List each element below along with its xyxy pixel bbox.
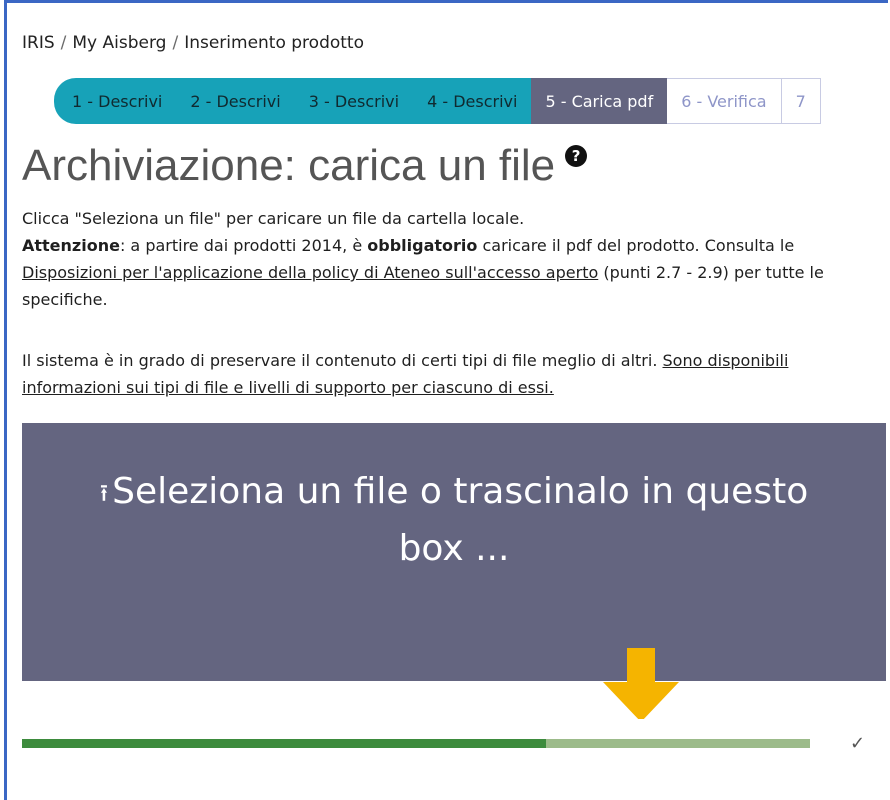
- step-1-descrivi[interactable]: 1 - Descrivi: [54, 78, 177, 124]
- attention-text-1: : a partire dai prodotti 2014, è: [119, 236, 368, 255]
- step-5-carica-pdf[interactable]: 5 - Carica pdf: [531, 78, 668, 124]
- attention-label: Attenzione: [22, 236, 120, 255]
- step-6-verifica[interactable]: 6 - Verifica: [667, 78, 782, 124]
- breadcrumb-item-current: Inserimento prodotto: [184, 33, 364, 53]
- upload-icon: ⭱: [99, 478, 109, 507]
- dropzone-label-wrap: ⭱ Seleziona un file o trascinalo in quest…: [74, 464, 834, 577]
- page-title-text: Archiviazione: carica un file: [22, 141, 556, 190]
- arrow-head: [603, 682, 679, 722]
- breadcrumb-separator: /: [172, 33, 179, 53]
- wizard-stepper: 1 - Descrivi 2 - Descrivi 3 - Descrivi 4…: [54, 78, 821, 124]
- check-icon: ✓: [850, 733, 866, 754]
- mandatory-label: obbligatorio: [367, 236, 478, 255]
- question-circle-icon[interactable]: ?: [565, 145, 588, 167]
- formats-info: Il sistema è in grado di preservare il c…: [22, 347, 878, 401]
- step-7[interactable]: 7: [781, 78, 821, 124]
- breadcrumb-item-my-aisberg[interactable]: My Aisberg: [72, 33, 166, 53]
- breadcrumb-separator: /: [60, 33, 67, 53]
- breadcrumb-item-iris[interactable]: IRIS: [22, 33, 55, 53]
- progress-fill: [22, 739, 547, 748]
- progress-track: [22, 739, 810, 748]
- formats-text: Il sistema è in grado di preservare il c…: [22, 351, 663, 370]
- step-2-descrivi[interactable]: 2 - Descrivi: [176, 78, 295, 124]
- upload-progress: ✓: [22, 719, 886, 769]
- step-4-descrivi[interactable]: 4 - Descrivi: [413, 78, 532, 124]
- page-frame: IRIS / My Aisberg / Inserimento prodotto 1 -…: [4, 0, 888, 800]
- file-dropzone[interactable]: ⭱ Seleziona un file o trascinalo in quest…: [22, 423, 886, 681]
- breadcrumb: IRIS / My Aisberg / Inserimento prodotto: [22, 33, 364, 53]
- arrow-shaft: [627, 648, 655, 684]
- step-3-descrivi[interactable]: 3 - Descrivi: [294, 78, 414, 124]
- annotation-arrow-down-icon: [603, 648, 679, 722]
- page-title: Archiviazione: carica un file?: [22, 141, 588, 191]
- dropzone-label: Seleziona un file o trascinalo in questo…: [112, 470, 809, 569]
- policy-link[interactable]: Disposizioni per l'applicazione della po…: [22, 263, 598, 282]
- instructions-line1: Clicca "Seleziona un file" per caricare …: [22, 209, 525, 228]
- instructions: Clicca "Seleziona un file" per caricare …: [22, 205, 878, 313]
- attention-text-2: caricare il pdf del prodotto. Consulta l…: [477, 236, 795, 255]
